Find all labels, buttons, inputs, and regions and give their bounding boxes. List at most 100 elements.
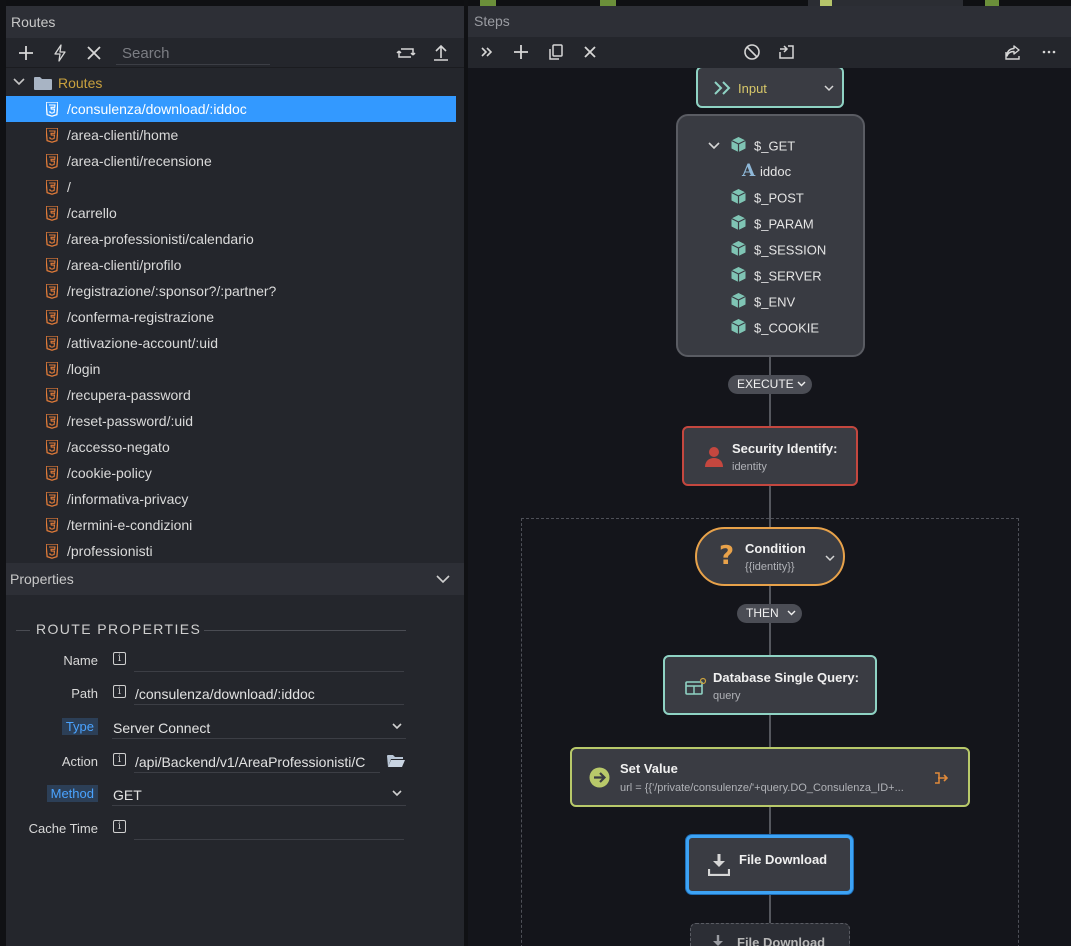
routes-tree-root[interactable]: Routes	[6, 70, 464, 96]
route-item[interactable]: /consulenza/download/:iddoc	[6, 96, 456, 122]
route-item[interactable]: /	[6, 174, 464, 200]
route-item[interactable]: /termini-e-condizioni	[6, 512, 464, 538]
delete-route-button[interactable]	[83, 42, 105, 64]
info-icon[interactable]: i	[113, 820, 126, 833]
cube-icon	[731, 319, 746, 334]
route-item[interactable]: /area-professionisti/calendario	[6, 226, 464, 252]
refresh-routes-button[interactable]	[394, 42, 418, 64]
route-item[interactable]: /attivazione-account/:uid	[6, 330, 464, 356]
add-route-action-button[interactable]	[49, 42, 71, 64]
type-row: Type Server Connect	[0, 714, 458, 742]
type-select[interactable]: Server Connect	[112, 717, 406, 739]
input-param-label: $_POST	[754, 190, 804, 206]
steps-canvas[interactable]: Input $_GET Aiddoc $_POST $_PARAM $_SESSION $…	[468, 68, 1071, 946]
add-step-button[interactable]	[510, 41, 532, 63]
route-item[interactable]: /area-clienti/recensione	[6, 148, 464, 174]
chevron-down-icon[interactable]	[392, 722, 402, 730]
then-pill[interactable]: THEN	[737, 604, 802, 623]
cube-icon	[731, 293, 746, 308]
input-param-object[interactable]: $_GET	[730, 136, 795, 154]
share-button[interactable]	[1002, 41, 1024, 63]
input-param-object[interactable]: $_SESSION	[730, 240, 826, 258]
add-route-button[interactable]	[15, 42, 37, 64]
execute-pill[interactable]: EXECUTE	[728, 375, 812, 394]
html5-icon	[46, 179, 58, 195]
name-row: Name i	[0, 647, 458, 675]
info-icon[interactable]: i	[113, 652, 126, 665]
expand-steps-button[interactable]	[476, 41, 498, 63]
chevron-down-icon[interactable]	[392, 789, 402, 797]
route-item[interactable]: /cookie-policy	[6, 460, 464, 486]
condition-sub: {{identity}}	[745, 561, 795, 573]
output-step-button[interactable]	[775, 41, 797, 63]
route-item[interactable]: /informativa-privacy	[6, 486, 464, 512]
database-single-query-step[interactable]: Database Single Query: query	[663, 655, 877, 715]
more-icon	[1042, 50, 1056, 54]
route-item[interactable]: /registrazione/:sponsor?/:partner?	[6, 278, 464, 304]
database-table-icon	[685, 677, 707, 695]
html5-icon	[46, 361, 58, 377]
input-param-text[interactable]: Aiddoc	[742, 162, 791, 180]
folder-open-icon[interactable]	[387, 754, 405, 768]
input-param-object[interactable]: $_ENV	[730, 292, 795, 310]
double-chevron-right-icon	[481, 47, 493, 57]
action-field[interactable]: /api/Backend/v1/AreaProfessionisti/C	[134, 751, 380, 773]
security-identify-title: Security Identify:	[732, 441, 838, 456]
input-param-object[interactable]: $_COOKIE	[730, 318, 819, 336]
chevron-down-icon[interactable]	[824, 85, 834, 92]
more-options-button[interactable]	[1038, 41, 1060, 63]
html5-icon	[46, 335, 58, 351]
route-item[interactable]: /login	[6, 356, 464, 382]
chevron-down-icon[interactable]	[436, 574, 450, 584]
chevron-down-icon[interactable]	[825, 555, 835, 562]
input-param-object[interactable]: $_POST	[730, 188, 804, 206]
info-icon[interactable]: i	[113, 685, 126, 698]
properties-title: Properties	[10, 571, 74, 587]
chevron-down-icon[interactable]	[10, 77, 28, 89]
filedownload-title: File Download	[739, 852, 828, 867]
name-field[interactable]	[134, 650, 404, 672]
route-item[interactable]: /conferma-registrazione	[6, 304, 464, 330]
route-path: /accesso-negato	[67, 439, 170, 455]
route-item[interactable]: /accesso-negato	[6, 434, 464, 460]
method-select[interactable]: GET	[112, 784, 406, 806]
delete-step-button[interactable]	[579, 41, 601, 63]
export-routes-button[interactable]	[430, 42, 452, 64]
input-param-object[interactable]: $_PARAM	[730, 214, 814, 232]
path-field[interactable]: /consulenza/download/:iddoc	[134, 683, 404, 705]
dbquery-title: Database Single Query:	[713, 670, 859, 685]
route-item[interactable]: /reset-password/:uid	[6, 408, 464, 434]
download-icon	[713, 935, 723, 946]
info-icon[interactable]: i	[113, 753, 126, 766]
cube-icon	[731, 267, 746, 282]
copy-step-button[interactable]	[545, 41, 567, 63]
set-value-step[interactable]: Set Value url = {{'/private/consulenze/'…	[570, 747, 970, 807]
route-path: /termini-e-condizioni	[67, 517, 193, 533]
route-path: /area-professionisti/calendario	[67, 231, 254, 247]
input-step[interactable]: Input	[696, 68, 844, 108]
search-input[interactable]	[116, 43, 270, 65]
route-path: /registrazione/:sponsor?/:partner?	[67, 283, 277, 299]
cache-time-field[interactable]	[134, 818, 404, 840]
setvalue-title: Set Value	[620, 761, 678, 776]
path-row: Path i /consulenza/download/:iddoc	[0, 680, 458, 708]
input-param-object[interactable]: $_SERVER	[730, 266, 822, 284]
condition-step[interactable]: ? Condition {{identity}}	[695, 527, 845, 586]
html5-icon	[46, 491, 58, 507]
route-path: /cookie-policy	[67, 465, 152, 481]
route-item[interactable]: /area-clienti/profilo	[6, 252, 464, 278]
route-item[interactable]: /recupera-password	[6, 382, 464, 408]
route-item[interactable]: /carrello	[6, 200, 464, 226]
route-item[interactable]: /professionisti	[6, 538, 464, 564]
close-icon	[584, 46, 596, 58]
security-identify-step[interactable]: Security Identify: identity	[682, 426, 858, 486]
routes-root-label: Routes	[58, 75, 103, 91]
chevron-down-icon[interactable]	[708, 142, 720, 150]
plus-icon	[19, 46, 33, 60]
file-download-step-2[interactable]: File Download	[690, 923, 850, 946]
method-label: Method	[46, 785, 98, 802]
file-download-step[interactable]: File Download	[686, 835, 853, 894]
properties-header[interactable]: Properties	[6, 563, 464, 595]
disable-step-button[interactable]	[741, 41, 763, 63]
route-item[interactable]: /area-clienti/home	[6, 122, 464, 148]
